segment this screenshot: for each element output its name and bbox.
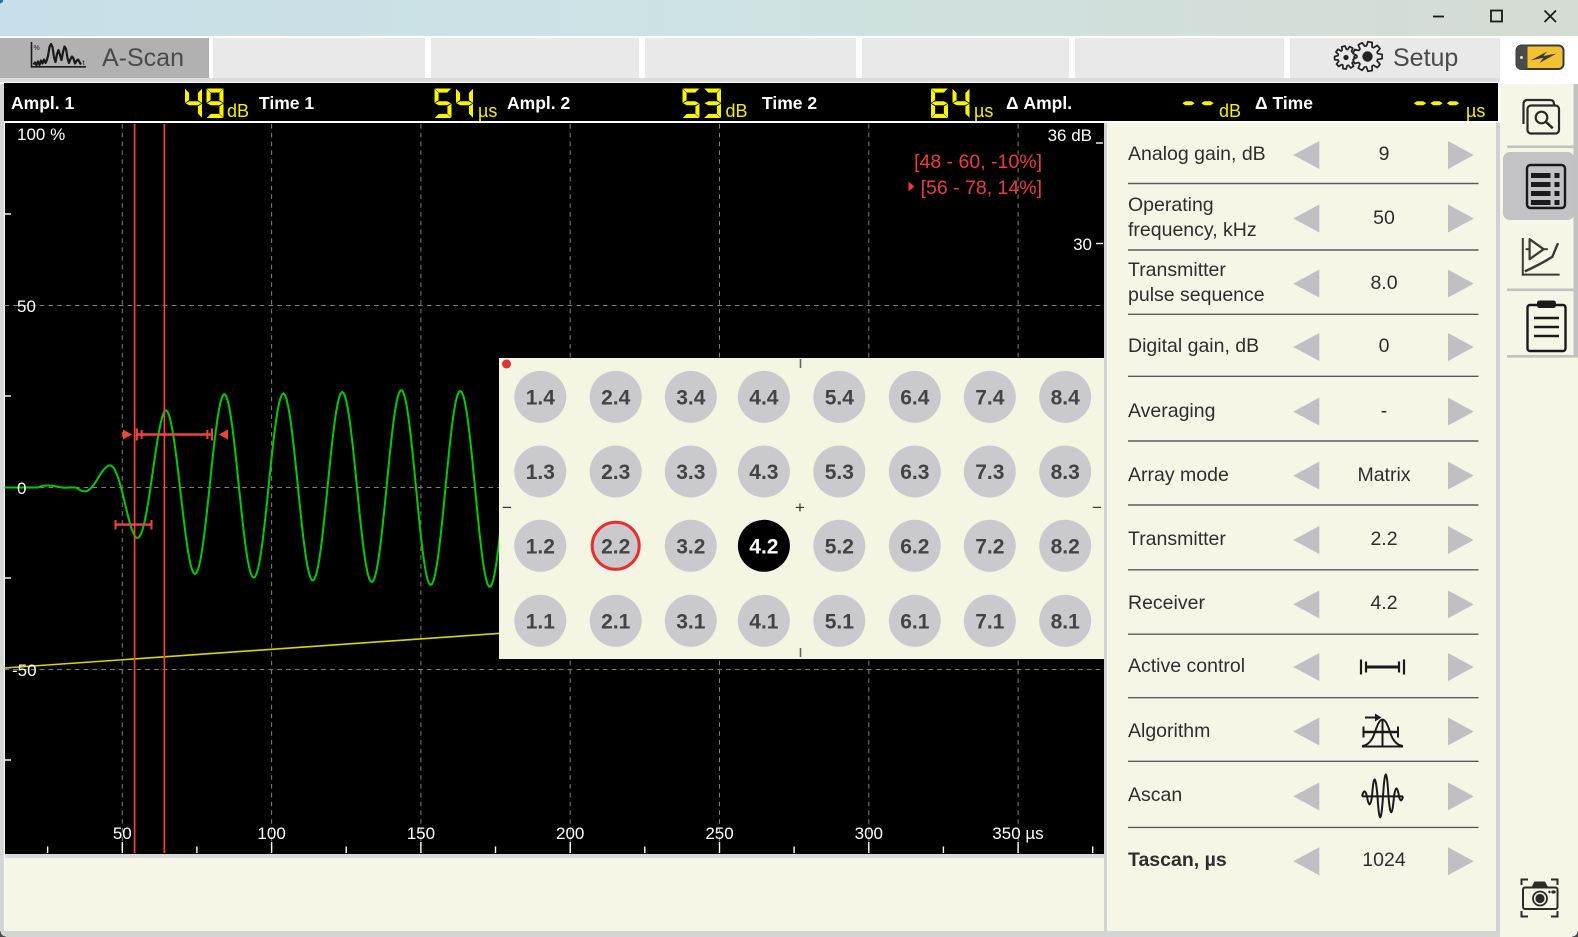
svg-text:7.3: 7.3 xyxy=(975,461,1004,484)
svg-text:6.3: 6.3 xyxy=(900,461,929,484)
svg-text:8.1: 8.1 xyxy=(1051,610,1081,633)
svg-text:5.2: 5.2 xyxy=(825,535,854,558)
svg-text:3.1: 3.1 xyxy=(676,610,706,633)
svg-text:5.3: 5.3 xyxy=(825,461,854,484)
svg-text:7.2: 7.2 xyxy=(975,535,1004,558)
svg-text:2.3: 2.3 xyxy=(601,461,630,484)
svg-text:8.2: 8.2 xyxy=(1051,535,1080,558)
svg-text:8.4: 8.4 xyxy=(1051,386,1081,409)
svg-text:6.2: 6.2 xyxy=(900,535,929,558)
svg-text:1.1: 1.1 xyxy=(526,610,556,633)
svg-text:1.3: 1.3 xyxy=(526,461,555,484)
svg-text:4.3: 4.3 xyxy=(749,461,778,484)
svg-text:2.4: 2.4 xyxy=(601,386,631,409)
svg-text:6.1: 6.1 xyxy=(900,610,930,633)
svg-text:8.3: 8.3 xyxy=(1051,461,1080,484)
svg-text:5.4: 5.4 xyxy=(825,386,855,409)
svg-text:+: + xyxy=(795,498,805,517)
svg-text:3.2: 3.2 xyxy=(676,535,705,558)
svg-text:2.2: 2.2 xyxy=(601,535,630,558)
svg-text:7.4: 7.4 xyxy=(975,386,1005,409)
svg-text:3.4: 3.4 xyxy=(676,386,706,409)
svg-text:6.4: 6.4 xyxy=(900,386,930,409)
svg-text:3.3: 3.3 xyxy=(676,461,705,484)
svg-text:1.2: 1.2 xyxy=(526,535,555,558)
svg-text:7.1: 7.1 xyxy=(975,610,1005,633)
svg-text:−: − xyxy=(502,498,512,517)
svg-text:2.1: 2.1 xyxy=(601,610,631,633)
svg-text:4.4: 4.4 xyxy=(749,386,779,409)
svg-text:5.1: 5.1 xyxy=(825,610,855,633)
svg-text:4.1: 4.1 xyxy=(749,610,779,633)
svg-text:4.2: 4.2 xyxy=(749,535,778,558)
svg-text:1.4: 1.4 xyxy=(526,386,556,409)
